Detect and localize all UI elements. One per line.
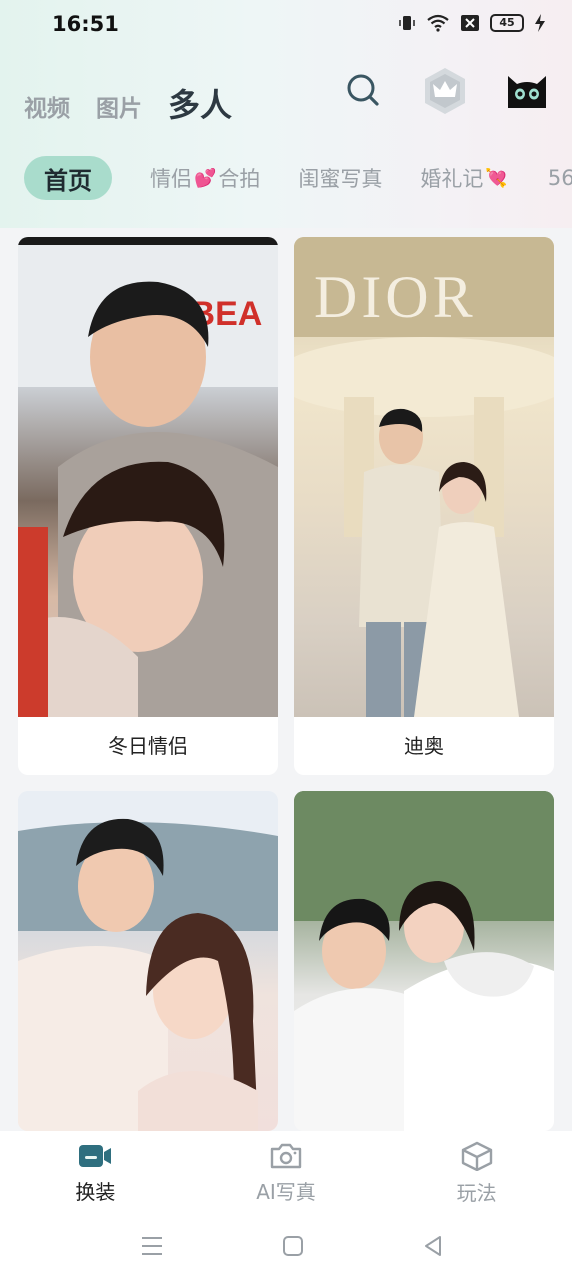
bottom-nav: 换装 AI写真 玩法 bbox=[0, 1131, 572, 1215]
template-card[interactable] bbox=[294, 791, 554, 1131]
tab-multi-person[interactable]: 多人 bbox=[168, 80, 232, 126]
menu-icon[interactable] bbox=[140, 1235, 164, 1257]
battery-indicator: 45 bbox=[490, 14, 524, 32]
couple-photo-illustration: DIOR bbox=[294, 237, 554, 717]
template-card[interactable]: DIOR 迪奥 bbox=[294, 237, 554, 775]
nav-ai-portrait[interactable]: AI写真 bbox=[211, 1142, 361, 1205]
card-caption: 冬日情侣 bbox=[108, 734, 188, 758]
couple-photo-illustration: &BEA bbox=[18, 237, 278, 717]
template-card[interactable] bbox=[18, 791, 278, 1131]
sim-off-icon bbox=[461, 15, 479, 31]
category-row: 首页 情侣 💕 合拍 闺蜜写真 婚礼记 💘 56 bbox=[24, 156, 572, 200]
charging-icon bbox=[535, 14, 545, 32]
nav-gameplay[interactable]: 玩法 bbox=[402, 1141, 552, 1206]
category-couple-photo[interactable]: 情侣 💕 合拍 bbox=[150, 163, 260, 193]
category-wedding[interactable]: 婚礼记 💘 bbox=[420, 163, 509, 193]
nav-label: 换装 bbox=[75, 1179, 116, 1204]
home-icon[interactable] bbox=[282, 1235, 304, 1257]
category-more[interactable]: 56 bbox=[548, 166, 572, 190]
system-nav-bar bbox=[0, 1215, 572, 1280]
cube-icon bbox=[461, 1141, 492, 1171]
nav-dress-up[interactable]: 换装 bbox=[20, 1142, 170, 1205]
couple-photo-illustration bbox=[18, 791, 278, 1131]
wifi-icon bbox=[427, 14, 449, 32]
back-icon[interactable] bbox=[422, 1235, 444, 1257]
header-tabs: 视频 图片 多人 bbox=[24, 80, 258, 126]
status-icons: 45 bbox=[398, 14, 546, 32]
heart-icon: 💕 bbox=[194, 167, 217, 189]
card-photo: DIOR bbox=[294, 237, 554, 717]
search-icon[interactable] bbox=[344, 72, 382, 110]
tab-video[interactable]: 视频 bbox=[24, 89, 70, 123]
card-photo bbox=[18, 791, 278, 1131]
category-bestie[interactable]: 闺蜜写真 bbox=[298, 163, 382, 193]
status-time: 16:51 bbox=[52, 12, 119, 36]
category-joint-label: 合拍 bbox=[218, 167, 261, 191]
category-couple-label: 情侣 bbox=[150, 167, 192, 191]
couple-photo-illustration bbox=[294, 791, 554, 1131]
card-photo: &BEA bbox=[18, 237, 278, 717]
camera-icon bbox=[79, 1144, 112, 1167]
heart-icon: 💘 bbox=[485, 167, 508, 189]
brand-text: DIOR bbox=[314, 264, 477, 330]
photo-camera-icon bbox=[270, 1143, 302, 1168]
cat-avatar-icon[interactable] bbox=[506, 70, 548, 110]
crown-badge-icon[interactable] bbox=[420, 66, 470, 116]
card-caption: 迪奥 bbox=[404, 734, 444, 758]
tab-image[interactable]: 图片 bbox=[96, 89, 142, 123]
category-wedding-label: 婚礼记 bbox=[420, 167, 484, 191]
status-bar: 16:51 45 bbox=[0, 0, 572, 52]
category-home[interactable]: 首页 bbox=[24, 156, 112, 200]
nav-label: 玩法 bbox=[456, 1180, 497, 1205]
nav-label: AI写真 bbox=[256, 1179, 316, 1204]
template-card[interactable]: &BEA 冬日情侣 bbox=[18, 237, 278, 775]
vibrate-icon bbox=[399, 16, 415, 30]
card-photo bbox=[294, 791, 554, 1131]
